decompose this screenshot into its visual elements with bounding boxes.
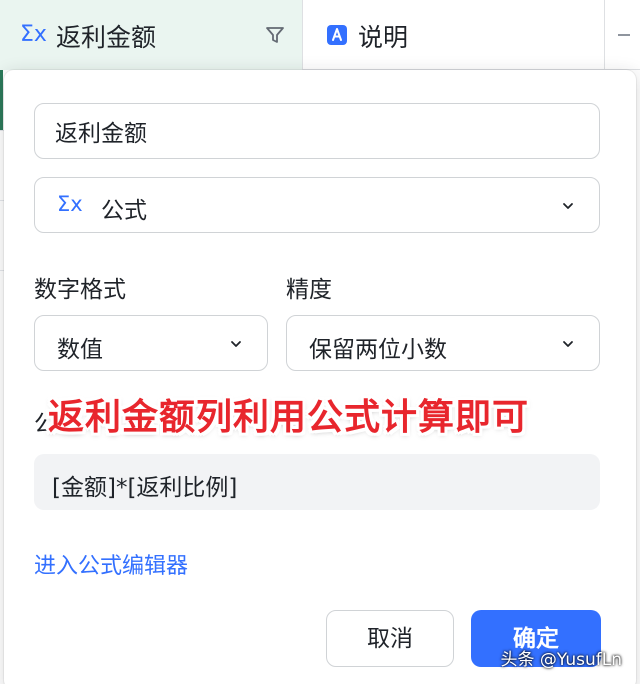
column-title: 返利金额 — [56, 23, 157, 52]
row-selection-accent — [0, 70, 3, 130]
formula-sigma-icon: Σx — [57, 192, 83, 216]
column-header-rebate-amount[interactable]: Σx 返利金额 — [0, 0, 303, 70]
column-header-partial — [618, 34, 630, 36]
column-title: 说明 — [358, 23, 409, 52]
chevron-down-icon — [231, 341, 241, 347]
column-header-bar: Σx 返利金额 说明 — [0, 0, 640, 70]
number-format-label: 数字格式 — [34, 277, 126, 303]
field-type-select[interactable]: Σx 公式 — [34, 177, 600, 233]
filter-icon[interactable] — [264, 24, 286, 46]
field-name-input[interactable] — [55, 116, 575, 146]
text-type-icon — [326, 24, 348, 46]
precision-value: 保留两位小数 — [309, 337, 447, 363]
field-type-label: 公式 — [101, 198, 147, 224]
watermark: 头条 @YusufLn — [500, 650, 622, 670]
open-formula-editor-link[interactable]: 进入公式编辑器 — [34, 548, 188, 580]
field-settings-panel — [4, 70, 636, 684]
column-header-description[interactable]: 说明 — [304, 0, 604, 70]
chevron-down-icon — [563, 203, 573, 209]
chevron-down-icon — [563, 341, 573, 347]
precision-select[interactable]: 保留两位小数 — [286, 315, 600, 371]
precision-label: 精度 — [286, 277, 332, 303]
formula-sigma-icon: Σx — [20, 22, 47, 47]
formula-expression: [金额]*[返利比例] — [52, 475, 238, 501]
cancel-button[interactable]: 取消 — [326, 610, 454, 667]
number-format-select[interactable]: 数值 — [34, 315, 268, 371]
field-name-input-wrapper — [34, 103, 600, 159]
annotation-caption: 返利金额列利用公式计算即可 — [48, 397, 530, 438]
formula-input[interactable]: [金额]*[返利比例] — [34, 454, 600, 510]
column-divider — [604, 0, 605, 70]
number-format-value: 数值 — [57, 337, 103, 363]
